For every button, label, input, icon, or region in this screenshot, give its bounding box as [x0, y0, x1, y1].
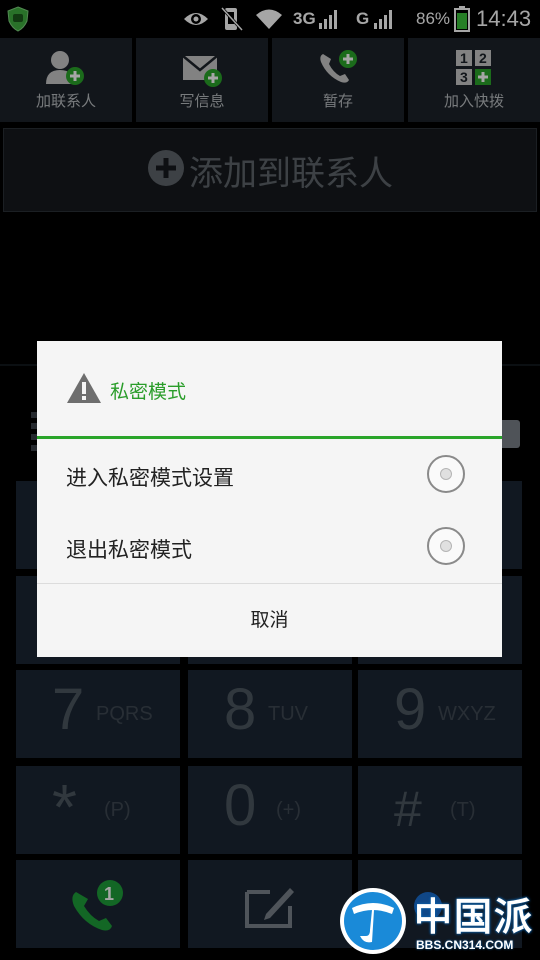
watermark-name: 中国派	[414, 895, 535, 939]
watermark-logo	[340, 888, 406, 954]
dialog-title: 私密模式	[110, 381, 187, 403]
dialog-header: 私密模式	[37, 341, 502, 437]
watermark: 中国派 BBS.CN314.COM	[338, 882, 540, 960]
option-label: 退出私密模式	[66, 538, 192, 562]
radio-button[interactable]	[427, 527, 465, 565]
cancel-button[interactable]: 取消	[37, 584, 502, 657]
dialog-title-divider	[37, 436, 502, 439]
option-enter-private-settings[interactable]: 进入私密模式设置	[37, 440, 502, 512]
radio-button[interactable]	[427, 455, 465, 493]
watermark-url: BBS.CN314.COM	[416, 938, 514, 952]
private-mode-dialog: 私密模式 进入私密模式设置 退出私密模式 取消	[37, 341, 502, 657]
warning-icon	[65, 371, 103, 409]
option-exit-private-mode[interactable]: 退出私密模式	[37, 512, 502, 584]
option-label: 进入私密模式设置	[66, 466, 234, 490]
